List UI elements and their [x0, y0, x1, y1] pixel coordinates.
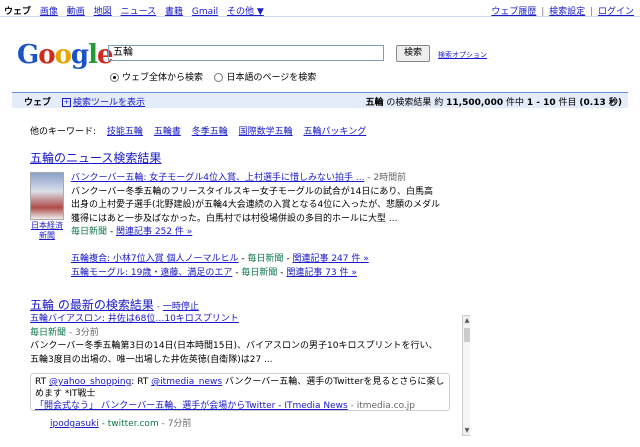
search-scope: ウェブ全体から検索 日本語のページを検索 [110, 70, 316, 83]
related-keyword[interactable]: 冬季五輪 [192, 127, 228, 137]
scroll-down-icon[interactable]: ▼ [463, 426, 470, 435]
news-headline-time: - 2時間前 [367, 173, 407, 183]
pause-link[interactable]: 一時停止 [163, 302, 199, 312]
news-top-story: バンクーバー五輪: 女子モーグル4位入賞、上村選手に惜しみない拍手 ... - … [71, 173, 441, 237]
plus-icon: + [62, 98, 71, 107]
news-source: 毎日新聞 [71, 227, 108, 237]
tweet-user-link[interactable]: @yahoo_shopping [49, 377, 131, 387]
news-thumbnail-source[interactable]: 日本経済新聞 [29, 221, 65, 241]
top-divider [0, 16, 640, 17]
latest-item-source: 毎日新聞 [30, 327, 67, 338]
news-more-source: 毎日新聞 [241, 268, 278, 278]
tweet-footer-user[interactable]: ipodgasuki [50, 419, 99, 429]
tweet-user-link[interactable]: @itmedia_news [151, 377, 222, 387]
news-snippet: バンクーバー冬季五輪のフリースタイルスキー女子モーグルの試合が14日にあり、白馬… [71, 186, 441, 224]
latest-item-title[interactable]: 五輪バイアスロン: 井佐は68位…10キロスプリント [30, 314, 239, 324]
radio-japanese[interactable] [214, 73, 224, 82]
tweet-footer: ipodgasuki - twitter.com - 7分前 [50, 416, 191, 429]
news-more-title[interactable]: 五輪モーグル: 19歳・遠藤、満足のエア [71, 268, 232, 278]
latest-results-header: 五輪 の最新の検索結果 - 一時停止 [30, 298, 199, 312]
radio-japanese-label: 日本語のページを検索 [226, 73, 317, 83]
scroll-up-icon[interactable]: ▲ [463, 316, 470, 325]
scroll-thumb[interactable] [464, 328, 470, 342]
tweet-card: RT @yahoo_shopping: RT @itmedia_news バンク… [30, 373, 450, 411]
search-input[interactable]: 五輪 [108, 45, 384, 61]
news-headline[interactable]: バンクーバー五輪: 女子モーグル4位入賞、上村選手に惜しみない拍手 ... [71, 173, 364, 183]
list-item: 五輪モーグル: 19歳・遠藤、満足のエア - 毎日新聞 - 関連記事 73 件 … [71, 268, 357, 278]
latest-scrollbar[interactable]: ▲ ▼ [462, 315, 470, 436]
tweet-article-link[interactable]: 「開会式なう」 バンクーバー五輪、選手が会場からTwitter - ITmedi… [35, 401, 348, 411]
related-label: 他のキーワード: [30, 127, 97, 137]
news-more-related[interactable]: 関連記事 73 件 » [286, 268, 357, 278]
news-more-related[interactable]: 関連記事 247 件 » [292, 254, 368, 264]
latest-results-title[interactable]: 五輪 の最新の検索結果 [30, 298, 154, 312]
related-keyword[interactable]: 五輪書 [154, 127, 181, 137]
latest-results-list: 五輪バイアスロン: 井佐は68位…10キロスプリント 毎日新聞 - 3分前 バン… [30, 313, 444, 367]
search-button[interactable]: 検索 [396, 45, 430, 62]
news-more-list: 五輪複合: 小林7位入賞 個人ノーマルヒル - 毎日新聞 - 関連記事 247 … [71, 252, 369, 280]
related-keywords: 他のキーワード: 技能五輪 五輪書 冬季五輪 国際数学五輪 五輪パッキング [30, 124, 366, 137]
list-item: 五輪複合: 小林7位入賞 個人ノーマルヒル - 毎日新聞 - 関連記事 247 … [71, 254, 369, 264]
news-more-source: 毎日新聞 [247, 254, 284, 264]
related-keyword[interactable]: 五輪パッキング [303, 127, 366, 137]
tweet-footer-site: - twitter.com [101, 419, 159, 429]
radio-all-web[interactable] [110, 73, 119, 82]
related-keyword[interactable]: 技能五輪 [107, 127, 143, 137]
news-thumbnail[interactable] [30, 172, 64, 220]
latest-item-snippet: バンクーバー冬季五輪第3日の14日(日本時間15日)、バイアスロンの男子10キロ… [30, 341, 438, 365]
latest-item-time: - 3分前 [68, 327, 99, 338]
radio-all-web-label: ウェブ全体から検索 [122, 73, 204, 83]
news-related-link[interactable]: 関連記事 252 件 » [116, 227, 192, 237]
tweet-footer-time: - 7分前 [161, 419, 192, 429]
latest-results-box: 五輪バイアスロン: 井佐は68位…10キロスプリント 毎日新聞 - 3分前 バン… [30, 313, 470, 438]
news-more-title[interactable]: 五輪複合: 小林7位入賞 個人ノーマルヒル [71, 254, 238, 264]
news-results-title[interactable]: 五輪のニュース検索結果 [30, 149, 161, 166]
google-logo[interactable]: Google [17, 40, 114, 70]
search-tools-link[interactable]: 検索ツールを表示 [73, 98, 145, 108]
result-stats: 五輪 の検索結果 約 11,500,000 件中 1 - 10 件目 (0.13… [365, 98, 622, 108]
results-bar-label: ウェブ [24, 98, 52, 108]
search-options-link[interactable]: 検索オプション [438, 50, 487, 60]
tweet-domain: - itmedia.co.jp [350, 401, 416, 411]
show-search-tools[interactable]: + 検索ツールを表示 [62, 95, 145, 108]
related-keyword[interactable]: 国際数学五輪 [239, 127, 293, 137]
